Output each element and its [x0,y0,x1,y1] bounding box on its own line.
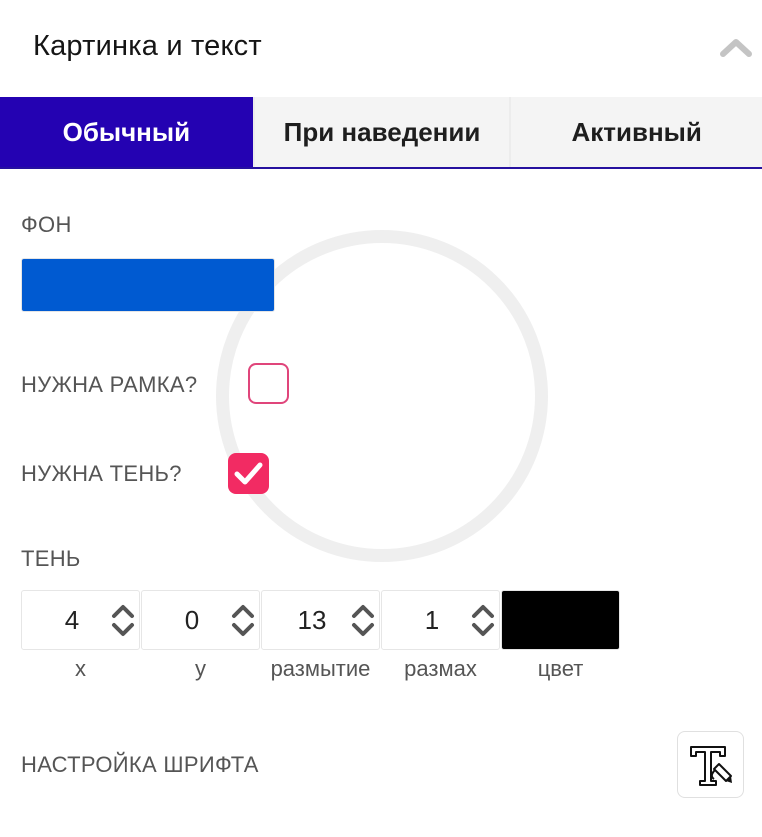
shadow-x-stepper [21,590,140,650]
chevron-up-icon[interactable] [230,601,256,619]
background-label: ФОН [21,212,72,237]
chevron-up-icon[interactable] [350,601,376,619]
tab-active[interactable]: Активный [511,97,762,167]
chevron-up-icon [720,39,752,57]
shadow-y-input[interactable] [142,591,242,649]
shadow-blur-input[interactable] [262,591,362,649]
shadow-toggle-label: НУЖНА ТЕНЬ? [21,461,182,486]
shadow-spread-caption: размах [404,656,477,681]
chevron-up-icon[interactable] [110,601,136,619]
tab-normal[interactable]: Обычный [0,97,253,167]
state-tabs: Обычный При наведении Активный [0,97,762,169]
font-settings-icon [690,746,732,786]
chevron-up-icon[interactable] [470,601,496,619]
chevron-down-icon[interactable] [350,622,376,640]
shadow-color-caption: цвет [537,656,584,681]
shadow-blur-stepper [261,590,380,650]
panel-title: Картинка и текст [33,30,262,62]
chevron-down-icon[interactable] [470,622,496,640]
font-settings-button[interactable] [677,731,744,798]
panel-header: Картинка и текст [0,0,762,97]
background-color-picker[interactable] [21,258,275,312]
shadow-spread-input[interactable] [382,591,482,649]
settings-panel: Картинка и текст Обычный При наведении А… [0,0,762,837]
shadow-blur-caption: размытие [270,656,371,681]
shadow-x-input[interactable] [22,591,122,649]
font-settings-label: НАСТРОЙКА ШРИФТА [21,752,259,777]
shadow-color-picker[interactable] [501,590,620,650]
shadow-spread-stepper [381,590,500,650]
shadow-y-caption: y [195,656,206,681]
shadow-label: ТЕНЬ [21,546,81,571]
border-checkbox[interactable] [248,363,289,404]
border-label: НУЖНА РАМКА? [21,372,198,397]
shadow-y-stepper [141,590,260,650]
chevron-down-icon[interactable] [230,622,256,640]
shadow-checkbox[interactable] [228,453,269,494]
shadow-x-caption: x [75,656,86,681]
tab-hover[interactable]: При наведении [254,97,510,167]
chevron-down-icon[interactable] [110,622,136,640]
checkmark-icon [234,462,263,485]
collapse-button[interactable] [716,30,756,66]
